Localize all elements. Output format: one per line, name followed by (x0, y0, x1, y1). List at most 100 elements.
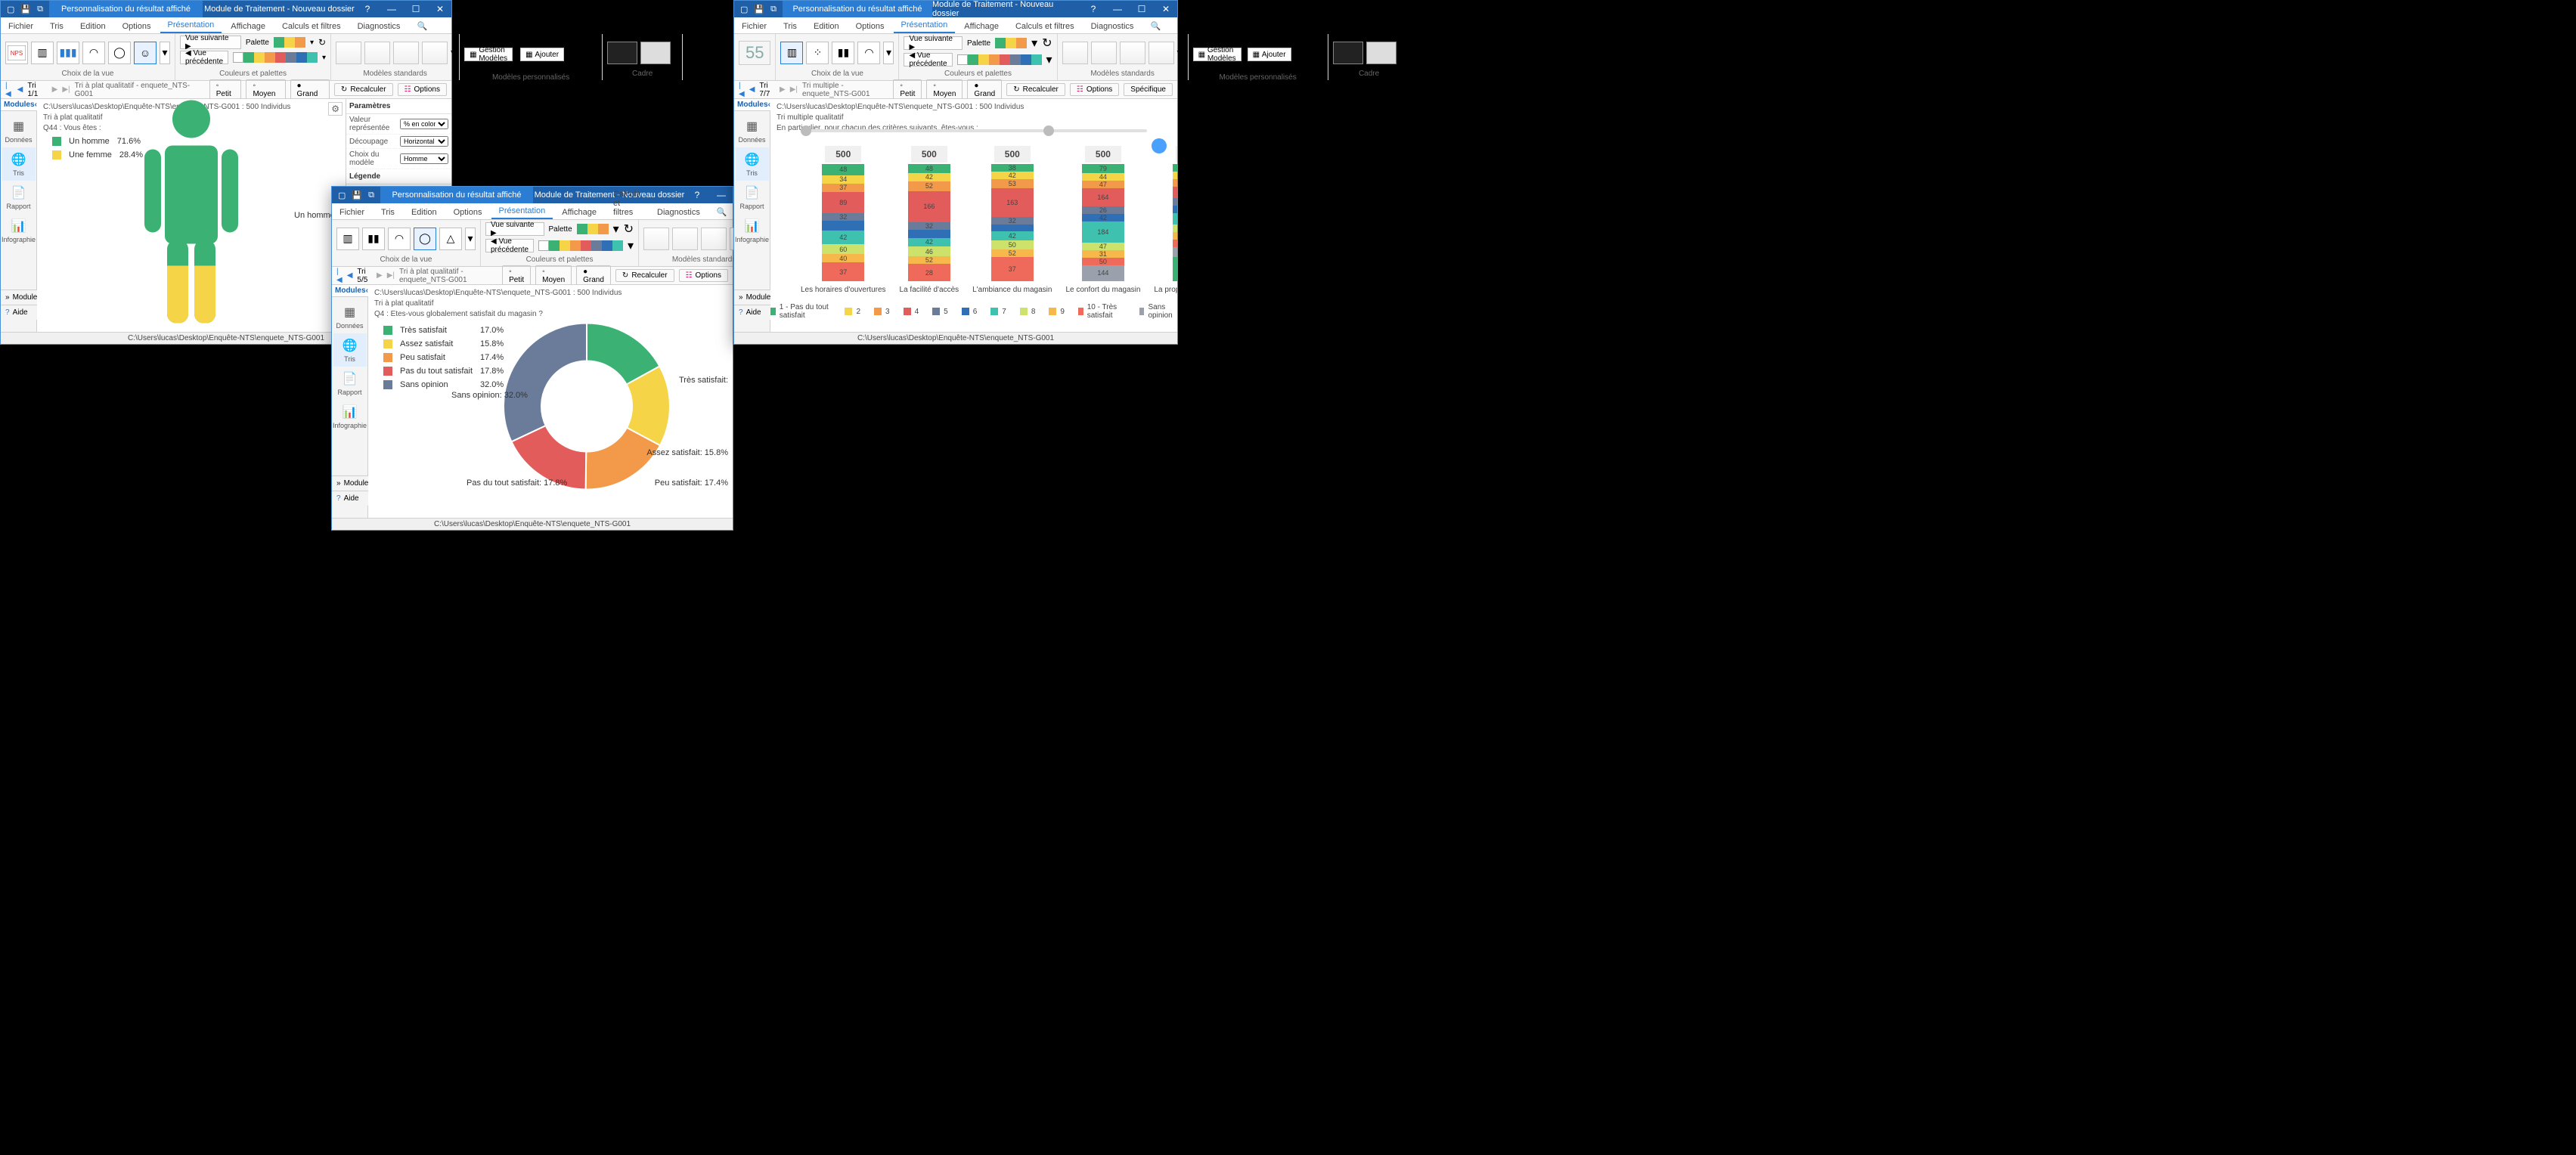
options-button[interactable]: ☷Options (679, 269, 728, 282)
menu-affichage[interactable]: Affichage (554, 206, 604, 219)
sidebar-item-tris[interactable]: 🌐Tris (2, 147, 36, 181)
model-thumb[interactable] (701, 228, 727, 250)
recalc-button[interactable]: ↻Recalculer (1006, 83, 1065, 96)
menu-affichage[interactable]: Affichage (956, 20, 1006, 33)
menu-diagnostics[interactable]: Diagnostics (1083, 20, 1142, 33)
model-thumb-4[interactable] (422, 42, 448, 64)
nav-prev-icon[interactable]: ◀ (749, 85, 755, 94)
size-medium[interactable]: ◦ Moyen (535, 265, 572, 286)
recalc-button[interactable]: ↻Recalculer (615, 269, 674, 282)
palette-full-row[interactable] (538, 240, 623, 251)
minimize-icon[interactable]: — (380, 1, 403, 17)
close-icon[interactable]: ✕ (1155, 1, 1177, 17)
palette-refresh-icon[interactable]: ↻ (1042, 36, 1052, 51)
model-thumb-2[interactable] (364, 42, 390, 64)
sidebar-item-infographie[interactable]: 📊Infographie (2, 214, 36, 247)
size-medium[interactable]: ◦ Moyen (246, 79, 285, 101)
help-button[interactable]: ?Aide (1, 305, 37, 320)
minimize-icon[interactable]: — (1106, 1, 1129, 17)
sidebar-item-donnees[interactable]: ▦Données (2, 114, 36, 147)
palette-more-icon[interactable]: ▾ (322, 54, 326, 62)
model-editors-button[interactable]: ⚙Éditeurs de modèles (1297, 36, 1323, 73)
menu-tris[interactable]: Tris (374, 206, 402, 219)
frame-dropdown-icon[interactable]: ▾ (1400, 45, 1406, 60)
palette-refresh-icon[interactable]: ↻ (624, 221, 634, 237)
model-thumb-1[interactable] (336, 42, 361, 64)
frame-thumb-2[interactable] (640, 42, 671, 64)
view-cone[interactable]: △ (439, 228, 462, 250)
menu-presentation[interactable]: Présentation (491, 204, 553, 219)
size-large[interactable]: ● Grand (576, 265, 611, 286)
nav-next-icon[interactable]: ▶ (377, 271, 383, 280)
view-dropdown-icon[interactable]: ▾ (465, 228, 476, 250)
size-small[interactable]: ◦ Petit (209, 79, 242, 101)
menu-calculs[interactable]: Calculs et filtres (274, 20, 349, 33)
palette-dropdown-icon[interactable]: ▾ (613, 221, 619, 237)
view-dropdown-icon[interactable]: ▾ (883, 42, 894, 64)
settings-gear-icon[interactable]: ⚙ (328, 102, 343, 116)
palette-preview[interactable] (995, 38, 1027, 48)
models-dropdown-icon[interactable]: ▾ (451, 48, 454, 57)
modules-toggle[interactable]: »Modules (734, 290, 770, 305)
options-button[interactable]: ☷Options (1070, 83, 1119, 96)
menu-fichier[interactable]: Fichier (332, 206, 372, 219)
maximize-icon[interactable]: ☐ (1130, 1, 1153, 17)
palette-dropdown-icon[interactable]: ▾ (1031, 36, 1037, 51)
view-gauge[interactable]: ◠ (388, 228, 411, 250)
palette-refresh-icon[interactable]: ↻ (318, 37, 326, 48)
next-view-button[interactable]: Vue suivante ▶ (180, 36, 241, 49)
new-icon[interactable]: ▢ (740, 5, 748, 14)
nav-next-icon[interactable]: ▶ (52, 85, 58, 94)
view-bars[interactable]: ▮▮▮ (57, 42, 79, 64)
frame-thumb[interactable] (1366, 42, 1396, 64)
view-dropdown-icon[interactable]: ▾ (160, 42, 170, 64)
menu-fichier[interactable]: Fichier (734, 20, 774, 33)
help-icon[interactable]: ? (356, 1, 379, 17)
nav-prev-icon[interactable]: ◀ (17, 85, 23, 94)
view-gauge[interactable]: ◠ (857, 42, 880, 64)
model-thumb[interactable] (1062, 42, 1088, 64)
prev-view-button[interactable]: ◀ Vue précédente (485, 239, 534, 252)
size-small[interactable]: ◦ Petit (502, 265, 531, 286)
sidebar-item-rapport[interactable]: 📄Rapport (333, 367, 367, 400)
menu-options[interactable]: Options (446, 206, 490, 219)
model-thumb-3[interactable] (393, 42, 419, 64)
prop-valeur-select[interactable]: % en colonne (400, 119, 448, 129)
sidebar-item-donnees[interactable]: ▦Données (333, 300, 367, 333)
add-model-button[interactable]: ▦ Ajouter (520, 48, 564, 61)
sidebar-item-infographie[interactable]: 📊Infographie (736, 214, 769, 247)
nav-next-icon[interactable]: ▶ (780, 85, 786, 94)
new-icon[interactable]: ▢ (7, 5, 14, 14)
specific-button[interactable]: Spécifique (1124, 83, 1173, 96)
manage-models-button[interactable]: ▦ Gestion Modèles (464, 48, 513, 61)
menu-fichier[interactable]: Fichier (1, 20, 41, 33)
sidebar-item-tris[interactable]: 🌐Tris (333, 333, 367, 367)
size-medium[interactable]: ◦ Moyen (926, 79, 963, 101)
sidebar-item-infographie[interactable]: 📊Infographie (333, 400, 367, 433)
slider-thumb-left[interactable] (801, 125, 811, 136)
menu-edition[interactable]: Edition (404, 206, 445, 219)
menu-tris[interactable]: Tris (42, 20, 71, 33)
menu-tris[interactable]: Tris (776, 20, 804, 33)
nav-first-icon[interactable]: |◀ (336, 268, 343, 284)
view-gauge[interactable]: ◠ (82, 42, 105, 64)
view-bars[interactable]: ▮▮ (832, 42, 854, 64)
copy-icon[interactable]: ⧉ (37, 5, 43, 14)
menu-edition[interactable]: Edition (806, 20, 847, 33)
menu-affichage[interactable]: Affichage (223, 20, 273, 33)
size-small[interactable]: ◦ Petit (893, 79, 922, 101)
sidebar-item-tris[interactable]: 🌐Tris (736, 147, 769, 181)
model-thumb[interactable] (1120, 42, 1145, 64)
menu-edition[interactable]: Edition (73, 20, 113, 33)
size-large[interactable]: ● Grand (290, 79, 330, 101)
prop-decoupage-select[interactable]: Horizontal (400, 136, 448, 147)
model-thumb[interactable] (672, 228, 698, 250)
frame-thumb[interactable] (1333, 42, 1363, 64)
menu-calculs[interactable]: Calculs et filtres (606, 187, 648, 219)
model-editors-button[interactable]: ⚙ Éditeurs de modèles (572, 36, 597, 73)
palette-full-row[interactable] (233, 52, 318, 63)
manage-models-button[interactable]: ▦ Gestion Modèles (1193, 48, 1242, 61)
menu-presentation[interactable]: Présentation (160, 18, 222, 33)
view-stacked-bar[interactable]: ▥ (31, 42, 54, 64)
nav-last-icon[interactable]: ▶| (62, 85, 70, 94)
